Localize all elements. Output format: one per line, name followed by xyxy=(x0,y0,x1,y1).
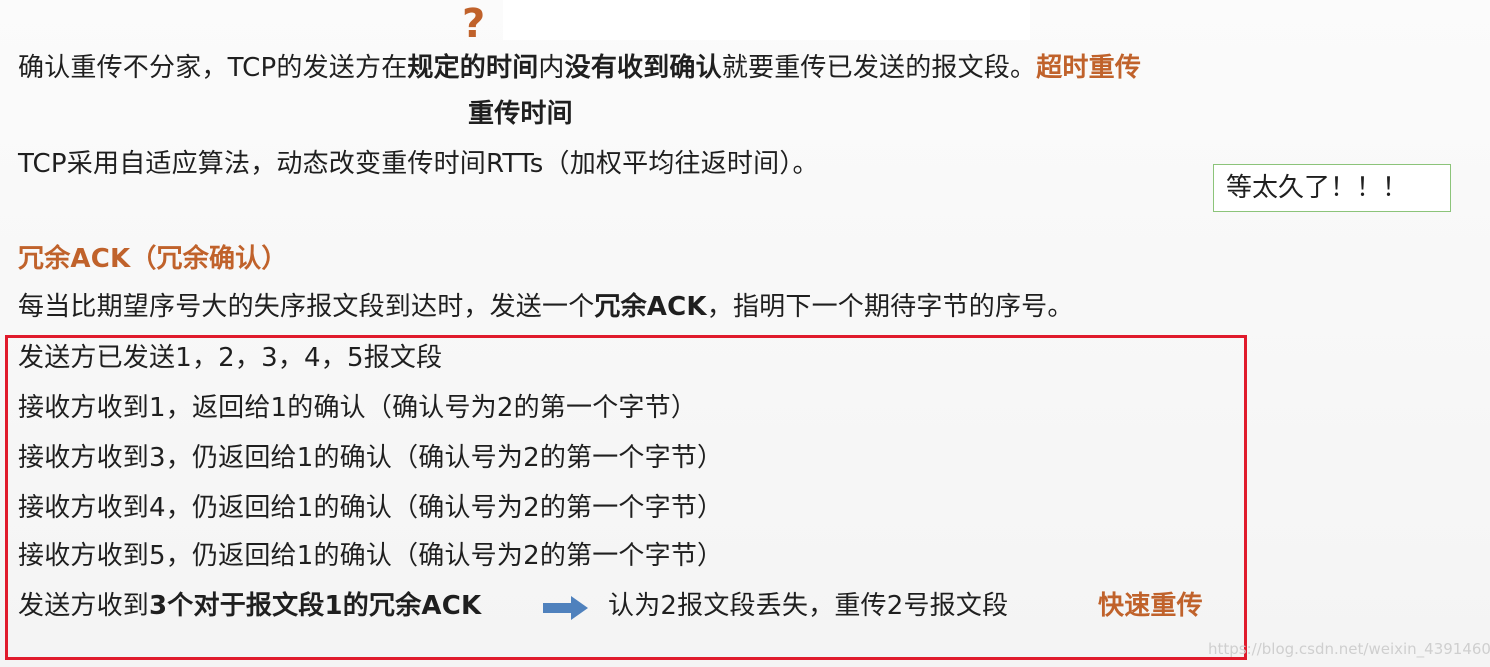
line3-part2: ，指明下一个期待字节的序号。 xyxy=(706,292,1074,322)
fast-retransmit-conclusion: 认为2报文段丢失，重传2号报文段 xyxy=(608,591,1009,621)
final-bold-three-dup-acks: 3个对于报文段1的冗余ACK xyxy=(149,591,482,621)
line1-part1: 确认重传不分家，TCP的发送方在 xyxy=(18,53,408,83)
top-blank-area xyxy=(503,0,1030,40)
line1-part3: 就要重传已发送的报文段。 xyxy=(721,53,1037,83)
question-mark-icon: ? xyxy=(462,1,486,47)
example-step: 接收方收到1，返回给1的确认（确认号为2的第一个字节） xyxy=(18,393,698,423)
arrow-right-icon xyxy=(543,596,588,620)
example-final-step: 发送方收到3个对于报文段1的冗余ACK xyxy=(18,589,481,623)
example-step: 接收方收到4，仍返回给1的确认（确认号为2的第一个字节） xyxy=(18,493,724,523)
retransmission-time-label: 重传时间 xyxy=(468,99,573,129)
note-box: 等太久了！！！ xyxy=(1213,164,1451,212)
example-step: 接收方收到5，仍返回给1的确认（确认号为2的第一个字节） xyxy=(18,541,724,571)
duplicate-ack-heading: 冗余ACK（冗余确认） xyxy=(18,244,288,274)
example-step: 发送方已发送1，2，3，4，5报文段 xyxy=(18,343,443,373)
final-part1: 发送方收到 xyxy=(18,591,150,621)
note-text: 等太久了！！！ xyxy=(1226,173,1409,203)
example-step: 接收方收到3，仍返回给1的确认（确认号为2的第一个字节） xyxy=(18,443,724,473)
adaptive-algorithm-line: TCP采用自适应算法，动态改变重传时间RTTs（加权平均往返时间）。 xyxy=(18,149,819,179)
duplicate-ack-description: 每当比期望序号大的失序报文段到达时，发送一个冗余ACK，指明下一个期待字节的序号… xyxy=(18,290,1074,324)
line3-bold-duplicate-ack: 冗余ACK xyxy=(594,292,707,322)
timeout-retransmission-line: 确认重传不分家，TCP的发送方在规定的时间内没有收到确认就要重传已发送的报文段。… xyxy=(18,51,1141,85)
line1-part2: 内 xyxy=(538,53,565,83)
line3-part1: 每当比期望序号大的失序报文段到达时，发送一个 xyxy=(18,292,595,322)
timeout-retransmission-label: 超时重传 xyxy=(1036,53,1142,83)
line1-bold-no-ack: 没有收到确认 xyxy=(564,53,722,83)
fast-retransmit-label: 快速重传 xyxy=(1098,591,1203,621)
watermark-text: https://blog.csdn.net/weixin_43914604 xyxy=(1208,640,1490,658)
line1-bold-specified-time: 规定的时间 xyxy=(407,53,539,83)
